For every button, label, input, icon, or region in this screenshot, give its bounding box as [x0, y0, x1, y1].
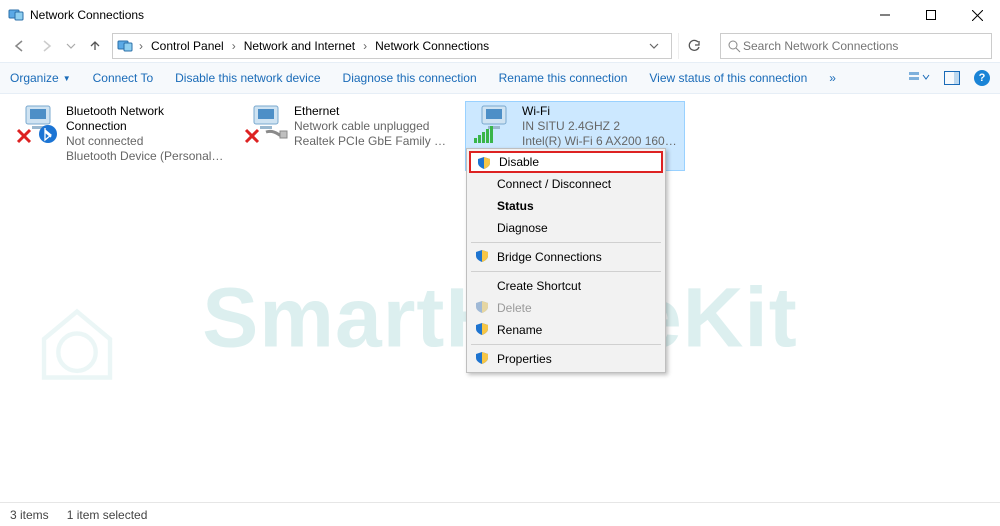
search-input[interactable]	[741, 38, 985, 54]
diagnose-connection-button[interactable]: Diagnose this connection	[343, 71, 477, 85]
status-bar: 3 items 1 item selected	[0, 502, 1000, 526]
command-bar: Organize▼ Connect To Disable this networ…	[0, 62, 1000, 94]
shield-icon	[477, 156, 491, 170]
maximize-button[interactable]	[908, 0, 954, 30]
bluetooth-icon	[14, 104, 60, 146]
breadcrumb-network-internet[interactable]: Network and Internet	[242, 39, 357, 53]
recent-locations-button[interactable]	[64, 35, 78, 57]
window-title: Network Connections	[30, 8, 144, 22]
shield-icon	[475, 300, 489, 314]
shield-icon	[475, 351, 489, 365]
menu-separator	[471, 344, 661, 345]
menu-item-connect-disconnect[interactable]: Connect / Disconnect	[469, 173, 663, 195]
connection-device: Intel(R) Wi-Fi 6 AX200 160MHz	[522, 134, 680, 149]
wifi-icon	[470, 104, 516, 146]
breadcrumb-network-connections[interactable]: Network Connections	[373, 39, 491, 53]
connection-bluetooth[interactable]: Bluetooth Network Connection Not connect…	[10, 102, 228, 170]
menu-item-create-shortcut[interactable]: Create Shortcut	[469, 275, 663, 297]
menu-separator	[471, 242, 661, 243]
address-bar-row: › Control Panel › Network and Internet ›…	[0, 30, 1000, 62]
connection-device: Bluetooth Device (Personal Area ...	[66, 149, 224, 164]
ethernet-icon	[242, 104, 288, 146]
selection-count: 1 item selected	[67, 508, 148, 522]
item-count: 3 items	[10, 508, 49, 522]
connection-name: Wi-Fi	[522, 104, 680, 119]
more-commands-button[interactable]: »	[829, 71, 836, 85]
preview-pane-button[interactable]	[944, 71, 960, 85]
chevron-right-icon: ›	[363, 39, 367, 53]
menu-item-disable[interactable]: Disable	[469, 151, 663, 173]
menu-item-bridge[interactable]: Bridge Connections	[469, 246, 663, 268]
connection-name: Ethernet	[294, 104, 452, 119]
menu-item-diagnose[interactable]: Diagnose	[469, 217, 663, 239]
shield-icon	[475, 322, 489, 336]
connection-name: Bluetooth Network Connection	[66, 104, 224, 134]
connect-to-button[interactable]: Connect To	[93, 71, 154, 85]
up-button[interactable]	[84, 35, 106, 57]
address-bar[interactable]: › Control Panel › Network and Internet ›…	[112, 33, 672, 59]
forward-button[interactable]	[36, 35, 58, 57]
connection-ethernet[interactable]: Ethernet Network cable unplugged Realtek…	[238, 102, 456, 170]
watermark-logo	[22, 284, 132, 394]
location-icon	[117, 38, 133, 54]
chevron-right-icon: ›	[139, 39, 143, 53]
refresh-button[interactable]	[678, 33, 708, 59]
search-icon	[727, 39, 741, 53]
disable-device-button[interactable]: Disable this network device	[175, 71, 320, 85]
search-box[interactable]	[720, 33, 992, 59]
address-history-button[interactable]	[649, 41, 669, 51]
connection-status: Network cable unplugged	[294, 119, 452, 134]
menu-item-status[interactable]: Status	[469, 195, 663, 217]
minimize-button[interactable]	[862, 0, 908, 30]
app-icon	[8, 7, 24, 23]
connection-status: Not connected	[66, 134, 224, 149]
menu-item-delete[interactable]: Delete	[469, 297, 663, 319]
breadcrumb-control-panel[interactable]: Control Panel	[149, 39, 226, 53]
chevron-right-icon: ›	[232, 39, 236, 53]
menu-item-properties[interactable]: Properties	[469, 348, 663, 370]
rename-connection-button[interactable]: Rename this connection	[499, 71, 628, 85]
connection-device: Realtek PCIe GbE Family Controller	[294, 134, 452, 149]
menu-item-rename[interactable]: Rename	[469, 319, 663, 341]
close-button[interactable]	[954, 0, 1000, 30]
back-button[interactable]	[8, 35, 30, 57]
help-button[interactable]: ?	[974, 70, 990, 86]
shield-icon	[475, 249, 489, 263]
menu-separator	[471, 271, 661, 272]
view-status-button[interactable]: View status of this connection	[649, 71, 807, 85]
title-bar: Network Connections	[0, 0, 1000, 30]
content-area: SmartHomeKit Bluetooth Network Connectio…	[0, 94, 1000, 494]
context-menu: Disable Connect / Disconnect Status Diag…	[466, 148, 666, 373]
view-options-button[interactable]	[908, 70, 930, 86]
organize-button[interactable]: Organize▼	[10, 71, 71, 85]
connection-status: IN SITU 2.4GHZ 2	[522, 119, 680, 134]
